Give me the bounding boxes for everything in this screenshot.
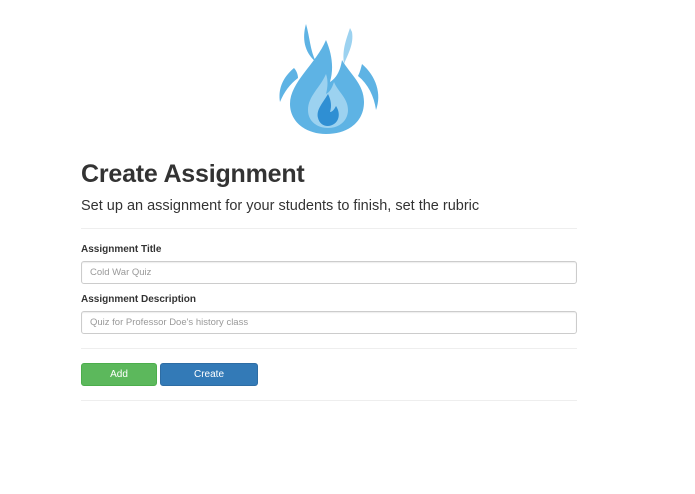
create-assignment-form-panel: Create Assignment Set up an assignment f… — [81, 158, 577, 401]
page: Create Assignment Set up an assignment f… — [0, 0, 695, 494]
assignment-description-label: Assignment Description — [81, 294, 197, 305]
divider — [81, 228, 577, 229]
assignment-title-label: Assignment Title — [81, 244, 162, 255]
divider — [81, 348, 577, 349]
action-buttons: Add Question Create Assignment — [81, 363, 577, 401]
assignment-title-input[interactable] — [81, 261, 577, 284]
add-question-button[interactable]: Add Question — [81, 363, 157, 401]
divider — [81, 400, 577, 401]
page-subtitle: Set up an assignment for your students t… — [81, 198, 480, 214]
flame-logo-icon — [276, 24, 382, 136]
create-assignment-button[interactable]: Create Assignment — [160, 363, 258, 401]
page-title: Create Assignment — [81, 160, 305, 188]
assignment-description-input[interactable] — [81, 311, 577, 334]
